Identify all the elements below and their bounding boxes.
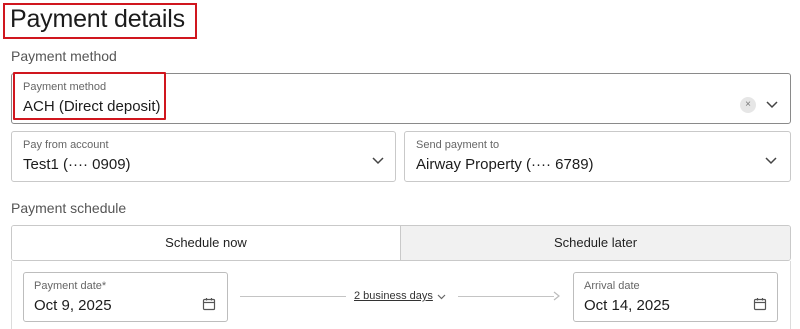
chevron-down-icon[interactable] xyxy=(437,294,446,300)
payment-method-highlight xyxy=(13,72,166,120)
arrival-date-value: Oct 14, 2025 xyxy=(584,297,670,314)
schedule-tabs: Schedule now Schedule later xyxy=(11,225,791,261)
timeline-line xyxy=(458,296,554,297)
tab-schedule-later[interactable]: Schedule later xyxy=(401,226,790,260)
payment-date-label: Payment date* xyxy=(34,280,107,292)
page-title: Payment details xyxy=(10,5,185,33)
payment-date-input[interactable]: Payment date* Oct 9, 2025 xyxy=(23,272,228,322)
arrival-date-label: Arrival date xyxy=(584,280,640,292)
timeline-line xyxy=(240,296,346,297)
pay-from-account-select[interactable]: Pay from account Test1 (···· 0909) xyxy=(11,131,396,182)
chevron-down-icon xyxy=(372,157,384,165)
calendar-icon[interactable] xyxy=(202,297,216,311)
pay-from-value: Test1 (···· 0909) xyxy=(23,156,131,173)
arrow-right-icon xyxy=(553,291,560,301)
arrival-date-input[interactable]: Arrival date Oct 14, 2025 xyxy=(573,272,778,322)
payment-schedule-label: Payment schedule xyxy=(11,200,127,216)
send-payment-to-select[interactable]: Send payment to Airway Property (···· 67… xyxy=(404,131,791,182)
chevron-down-icon[interactable] xyxy=(766,101,778,109)
send-to-label: Send payment to xyxy=(416,139,500,151)
tab-schedule-now[interactable]: Schedule now xyxy=(12,226,401,260)
business-days-link[interactable]: 2 business days xyxy=(354,290,433,302)
payment-date-value: Oct 9, 2025 xyxy=(34,297,112,314)
clear-icon[interactable]: × xyxy=(740,97,756,113)
calendar-icon[interactable] xyxy=(753,297,767,311)
pay-from-label: Pay from account xyxy=(23,139,109,151)
send-to-value: Airway Property (···· 6789) xyxy=(416,156,594,173)
payment-method-section-label: Payment method xyxy=(11,48,117,64)
chevron-down-icon xyxy=(765,157,777,165)
